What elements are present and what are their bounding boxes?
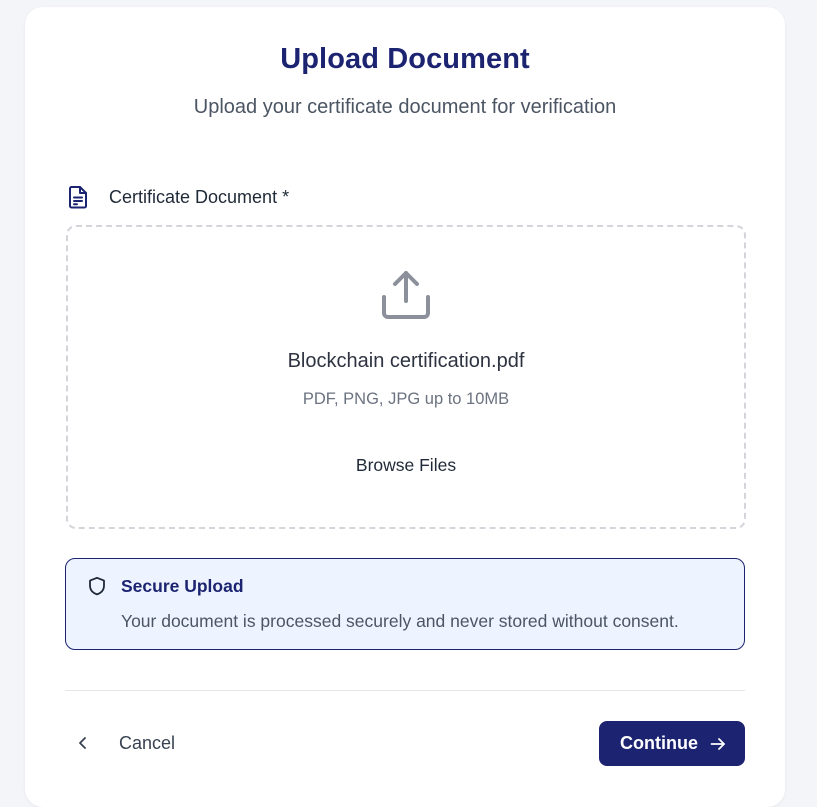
file-dropzone[interactable]: Blockchain certification.pdf PDF, PNG, J… [66, 225, 746, 529]
arrow-right-icon [709, 735, 727, 753]
certificate-field-label: Certificate Document * [67, 183, 289, 211]
shield-icon [87, 576, 107, 596]
notice-title: Secure Upload [121, 576, 244, 596]
page-title: Upload Document [280, 43, 530, 75]
file-type-hint: PDF, PNG, JPG up to 10MB [302, 390, 510, 408]
footer-divider [65, 690, 745, 691]
document-icon [67, 185, 89, 209]
browse-files-button[interactable]: Browse Files [336, 445, 476, 485]
upload-icon [378, 267, 434, 323]
continue-label: Continue [620, 733, 698, 753]
page-subtitle: Upload your certificate document for ver… [193, 96, 617, 118]
cancel-button[interactable]: Cancel [75, 727, 175, 759]
selected-file-name: Blockchain certification.pdf [287, 350, 525, 372]
chevron-left-icon [75, 735, 91, 751]
secure-upload-notice: Secure Upload Your document is processed… [65, 558, 745, 650]
continue-button[interactable]: Continue [599, 721, 745, 766]
upload-card: Upload Document Upload your certificate … [25, 7, 785, 807]
field-label-text: Certificate Document * [109, 186, 290, 207]
cancel-label: Cancel [119, 732, 176, 753]
notice-body: Your document is processed securely and … [121, 611, 679, 631]
